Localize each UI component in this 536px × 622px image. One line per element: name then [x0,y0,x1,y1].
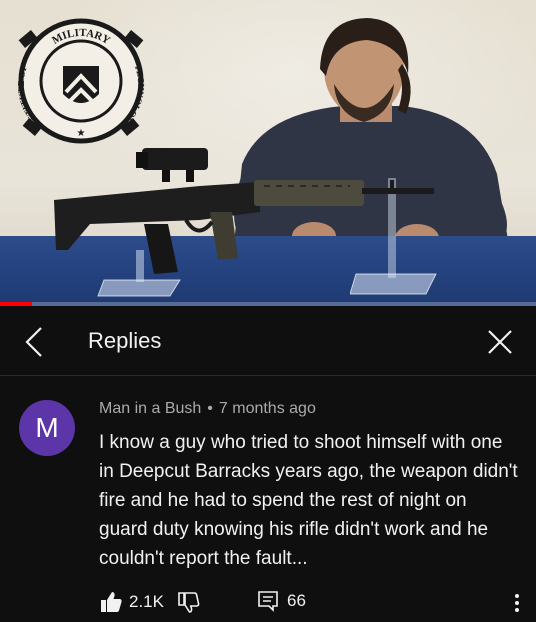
more-dot-icon [515,601,519,605]
comment-author[interactable]: Man in a Bush [99,400,201,417]
meta-separator: • [207,400,213,417]
dislike-button[interactable] [177,591,201,620]
svg-text:★: ★ [77,128,86,139]
chevron-left-icon [25,327,42,357]
comment-meta: Man in a Bush • 7 months ago [99,400,316,418]
comment-icon [258,591,278,612]
avatar[interactable]: M [19,400,75,456]
comment-actions: 2.1K 66 [99,590,529,616]
back-button[interactable] [14,322,54,362]
thumbs-up-icon [101,592,122,612]
close-icon [488,330,512,354]
like-button[interactable]: 2.1K [99,590,164,614]
institute-logo: MILITARY INSTITUTE OF TECHNOLOGY ★ [16,18,146,144]
thumbs-down-icon [178,592,200,613]
more-dot-icon [515,608,519,612]
more-dot-icon [515,594,519,598]
video-player[interactable]: MILITARY INSTITUTE OF TECHNOLOGY ★ [0,0,536,306]
reply-count: 66 [287,591,306,610]
comment-time: 7 months ago [218,400,316,417]
close-button[interactable] [480,322,520,362]
reply-button[interactable]: 66 [257,590,306,612]
more-options-button[interactable] [507,590,527,616]
comment: M Man in a Bush • 7 months ago I know a gu… [0,376,536,622]
comment-text: I know a guy who tried to shoot himself … [99,432,518,569]
like-count: 2.1K [129,592,164,611]
replies-title: Replies [88,328,162,353]
rifle [54,148,434,274]
replies-header: Replies [0,306,536,376]
